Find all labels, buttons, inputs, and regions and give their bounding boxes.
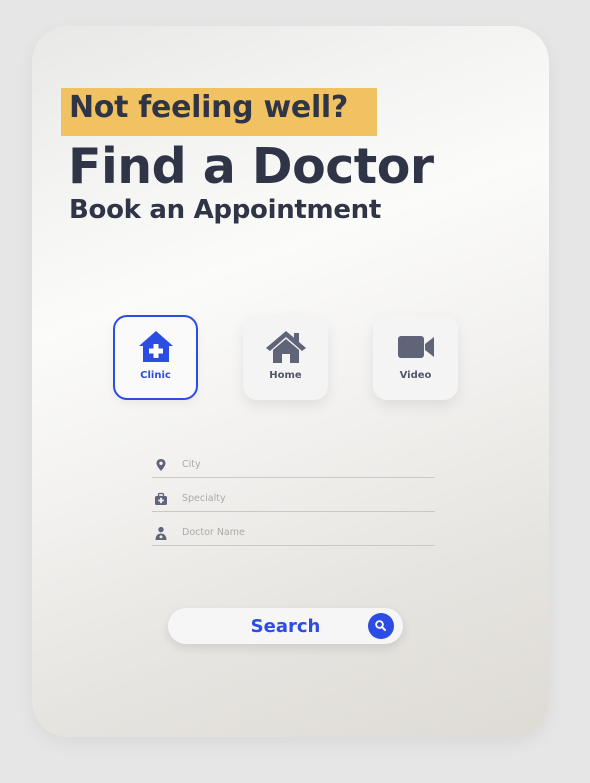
city-field (152, 453, 435, 478)
doctor-name-input[interactable] (182, 523, 422, 541)
mode-clinic-button[interactable]: Clinic (113, 315, 198, 400)
search-icon[interactable] (368, 613, 394, 639)
mode-video-label: Video (399, 370, 432, 381)
mode-home-button[interactable]: Home (243, 315, 328, 400)
page-title: Find a Doctor (68, 138, 434, 195)
mode-video-button[interactable]: Video (373, 315, 458, 400)
search-button[interactable]: Search (168, 608, 403, 644)
video-camera-icon (373, 329, 458, 365)
home-icon (243, 329, 328, 365)
doctor-icon (154, 525, 168, 540)
appointment-card: Not feeling well? Find a Doctor Book an … (32, 26, 549, 737)
specialty-field (152, 487, 435, 512)
page-subtitle: Book an Appointment (69, 195, 382, 225)
mode-clinic-label: Clinic (140, 370, 171, 381)
tagline: Not feeling well? (69, 90, 349, 125)
doctor-name-field (152, 521, 435, 546)
specialty-input[interactable] (182, 489, 422, 507)
medical-kit-icon (154, 491, 168, 505)
map-pin-icon (154, 457, 168, 471)
mode-home-label: Home (269, 370, 302, 381)
hospital-icon (115, 329, 196, 365)
city-input[interactable] (182, 455, 422, 473)
